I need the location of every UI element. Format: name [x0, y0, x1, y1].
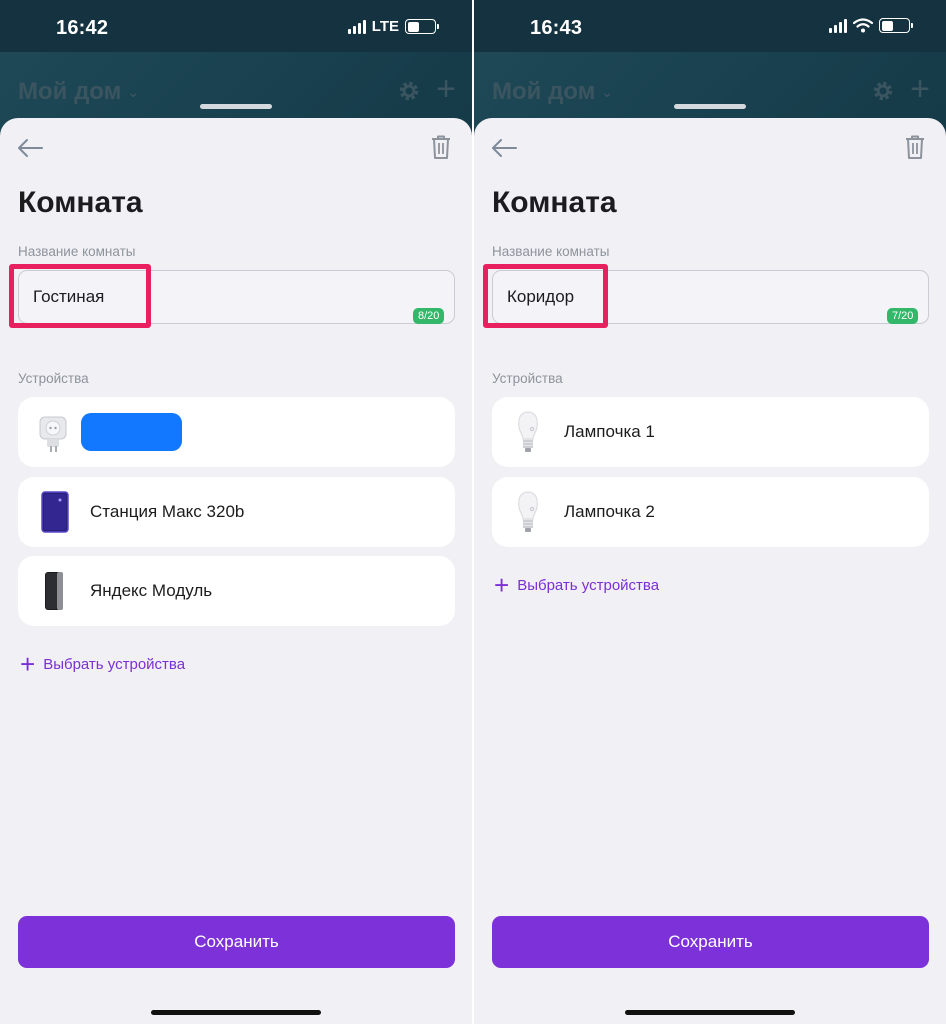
gear-icon[interactable] [396, 78, 422, 104]
room-sheet: Комната Название комнаты Коридор 7/20 Ус… [474, 118, 946, 1024]
device-name: Яндекс Модуль [90, 581, 213, 600]
back-arrow-icon[interactable] [16, 136, 44, 160]
network-type-label: LTE [371, 18, 399, 35]
status-indicators [829, 18, 913, 33]
home-selector[interactable]: Мой дом ⌄ [18, 78, 139, 106]
status-time: 16:43 [530, 17, 583, 39]
device-card[interactable]: Лампочка 1 [492, 397, 929, 467]
device-card[interactable]: Станция Макс 320b [18, 477, 455, 547]
room-name-label: Название комнаты [492, 244, 610, 259]
phone-screen-right: 16:43 Мой дом ⌄ + Комната Название комна… [474, 0, 946, 1024]
devices-section-label: Устройства [492, 371, 563, 386]
lightbulb-icon [508, 487, 548, 537]
device-card[interactable]: Яндекс Модуль [18, 556, 455, 626]
lightbulb-icon [508, 407, 548, 457]
status-bar: 16:42 LTE [0, 0, 472, 52]
page-title: Комната [492, 186, 617, 219]
room-name-input[interactable]: Гостиная [18, 270, 455, 324]
trash-icon[interactable] [904, 134, 926, 160]
device-name: Станция Макс 320b [90, 502, 245, 521]
add-devices-label: Выбрать устройства [43, 655, 186, 673]
save-button[interactable]: Сохранить [18, 916, 455, 968]
sheet-grabber[interactable] [674, 104, 746, 109]
plus-icon: + [20, 649, 36, 679]
home-header: Мой дом ⌄ + [0, 52, 472, 122]
status-bar: 16:43 [474, 0, 946, 52]
cellular-signal-icon [347, 19, 366, 34]
module-icon [34, 566, 74, 616]
device-card[interactable]: Лампочка 2 [492, 477, 929, 547]
room-name-input[interactable]: Коридор [492, 270, 929, 324]
add-devices-link[interactable]: + Выбрать устройства [20, 649, 186, 679]
char-counter-badge: 8/20 [413, 308, 445, 324]
chevron-down-icon: ⌄ [601, 83, 614, 100]
phone-screen-left: 16:42 LTE Мой дом ⌄ + Комната Название к… [0, 0, 472, 1024]
gear-icon[interactable] [870, 78, 896, 104]
char-counter-badge: 7/20 [887, 308, 919, 324]
home-indicator[interactable] [625, 1010, 795, 1015]
device-name: Лампочка 1 [564, 422, 655, 441]
device-name: Лампочка 2 [564, 502, 655, 521]
speaker-station-icon [34, 487, 74, 537]
redacted-device-name [81, 413, 182, 451]
home-indicator[interactable] [151, 1010, 321, 1015]
back-arrow-icon[interactable] [490, 136, 518, 160]
device-card[interactable] [18, 397, 455, 467]
chevron-down-icon: ⌄ [127, 83, 140, 100]
trash-icon[interactable] [430, 134, 452, 160]
home-title: Мой дом [492, 78, 596, 105]
battery-icon [879, 18, 913, 33]
battery-icon [405, 19, 439, 34]
status-indicators: LTE [347, 18, 439, 35]
home-header: Мой дом ⌄ + [474, 52, 946, 122]
home-title: Мой дом [18, 78, 122, 105]
plus-icon[interactable]: + [436, 72, 456, 106]
status-time: 16:42 [56, 17, 109, 39]
wifi-icon [853, 18, 873, 33]
room-sheet: Комната Название комнаты Гостиная 8/20 У… [0, 118, 472, 1024]
plus-icon[interactable]: + [910, 72, 930, 106]
page-title: Комната [18, 186, 143, 219]
sheet-grabber[interactable] [200, 104, 272, 109]
smart-plug-icon [34, 407, 74, 457]
add-devices-label: Выбрать устройства [517, 576, 660, 594]
cellular-signal-icon [829, 18, 847, 33]
room-name-label: Название комнаты [18, 244, 136, 259]
devices-section-label: Устройства [18, 371, 89, 386]
plus-icon: + [494, 570, 510, 600]
add-devices-link[interactable]: + Выбрать устройства [494, 570, 660, 600]
home-selector[interactable]: Мой дом ⌄ [492, 78, 613, 106]
save-button[interactable]: Сохранить [492, 916, 929, 968]
